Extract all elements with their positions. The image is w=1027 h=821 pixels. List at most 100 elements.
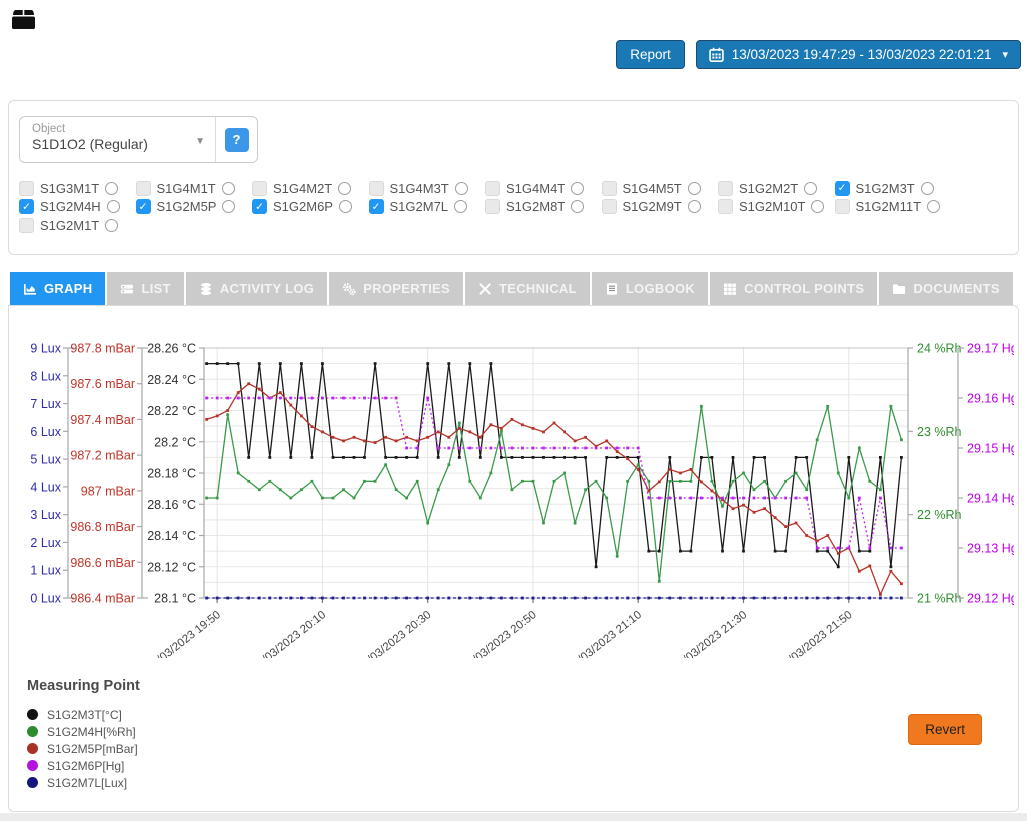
help-button[interactable]: ? bbox=[225, 128, 249, 152]
sensor-radio[interactable] bbox=[921, 182, 934, 195]
tab-label: DOCUMENTS bbox=[913, 281, 999, 296]
tab-label: LOGBOOK bbox=[626, 281, 695, 296]
sensor-radio[interactable] bbox=[338, 182, 351, 195]
sensor-checkbox[interactable] bbox=[252, 181, 267, 196]
calendar-icon bbox=[709, 47, 724, 62]
svg-text:13/03/2023 21:10: 13/03/2023 21:10 bbox=[566, 609, 644, 658]
tab-graph[interactable]: GRAPH bbox=[10, 272, 105, 305]
sensor-grid: S1G3M1TS1G4M1TS1G4M2TS1G4M3TS1G4M4TS1G4M… bbox=[19, 179, 951, 235]
svg-text:13/03/2023 21:50: 13/03/2023 21:50 bbox=[777, 609, 855, 658]
tab-activity-log[interactable]: ACTIVITY LOG bbox=[186, 272, 327, 305]
sensor-radio[interactable] bbox=[222, 200, 235, 213]
tab-label: TECHNICAL bbox=[499, 281, 577, 296]
object-select-value: S1D1O2 (Regular) bbox=[32, 136, 205, 152]
legend-item: S1G2M3T[°C] bbox=[27, 706, 140, 723]
sensor-radio[interactable] bbox=[455, 182, 468, 195]
svg-text:22 %Rh: 22 %Rh bbox=[917, 508, 962, 522]
sensor-checkbox[interactable] bbox=[835, 199, 850, 214]
sensor-radio[interactable] bbox=[107, 200, 120, 213]
sensor-radio[interactable] bbox=[688, 182, 701, 195]
sensor-checkbox[interactable] bbox=[485, 181, 500, 196]
legend-item: S1G2M6P[Hg] bbox=[27, 757, 140, 774]
sensor-item: S1G2M10T bbox=[718, 199, 835, 214]
sensor-label: S1G2M4H bbox=[40, 199, 101, 214]
header: Report 13/03/2023 19:47:29 - 13/03/2023 … bbox=[0, 0, 1027, 100]
sensor-label: S1G4M3T bbox=[390, 181, 449, 196]
sensor-checkbox[interactable]: ✓ bbox=[252, 199, 267, 214]
tab-documents[interactable]: DOCUMENTS bbox=[879, 272, 1012, 305]
sensor-checkbox[interactable] bbox=[485, 199, 500, 214]
svg-text:986.6 mBar: 986.6 mBar bbox=[70, 556, 135, 570]
sensor-radio[interactable] bbox=[571, 200, 584, 213]
svg-text:28.1 °C: 28.1 °C bbox=[154, 592, 196, 606]
tab-label: ACTIVITY LOG bbox=[220, 281, 314, 296]
tab-control-points[interactable]: CONTROL POINTS bbox=[710, 272, 877, 305]
sensor-checkbox[interactable] bbox=[19, 181, 34, 196]
svg-text:9 Lux: 9 Lux bbox=[30, 342, 61, 356]
sensor-checkbox[interactable] bbox=[718, 181, 733, 196]
sensor-radio[interactable] bbox=[339, 200, 352, 213]
sensor-label: S1G4M5T bbox=[623, 181, 682, 196]
date-range-picker[interactable]: 13/03/2023 19:47:29 - 13/03/2023 22:01:2… bbox=[696, 40, 1021, 69]
report-button[interactable]: Report bbox=[616, 40, 685, 69]
chevron-down-icon: ▼ bbox=[195, 136, 205, 147]
tab-label: LIST bbox=[141, 281, 170, 296]
svg-text:28.2 °C: 28.2 °C bbox=[154, 435, 196, 449]
legend-color-dot bbox=[27, 777, 38, 788]
sensor-radio[interactable] bbox=[804, 182, 817, 195]
sensor-radio[interactable] bbox=[811, 200, 824, 213]
sensor-checkbox[interactable] bbox=[602, 199, 617, 214]
sensor-checkbox[interactable]: ✓ bbox=[136, 199, 151, 214]
sensor-checkbox[interactable] bbox=[602, 181, 617, 196]
sensor-label: S1G4M1T bbox=[157, 181, 216, 196]
sensor-checkbox[interactable]: ✓ bbox=[835, 181, 850, 196]
legend-item-label: S1G2M4H[%Rh] bbox=[47, 725, 136, 739]
sensor-checkbox[interactable] bbox=[19, 218, 34, 233]
svg-text:29.15 Hg: 29.15 Hg bbox=[967, 442, 1014, 456]
tools-icon bbox=[478, 282, 492, 296]
sensor-item: ✓S1G2M7L bbox=[369, 199, 486, 214]
archive-icon[interactable] bbox=[11, 7, 36, 30]
revert-button[interactable]: Revert bbox=[908, 714, 982, 745]
sensor-item: S1G4M5T bbox=[602, 181, 719, 196]
sensor-item: S1G3M1T bbox=[19, 181, 136, 196]
caret-down-icon: ▾ bbox=[1002, 48, 1008, 61]
filter-panel: Object S1D1O2 (Regular) ▼ ? S1G3M1T S1G4M… bbox=[8, 100, 1019, 255]
tab-logbook[interactable]: LOGBOOK bbox=[592, 272, 708, 305]
sensor-radio[interactable] bbox=[454, 200, 467, 213]
sensor-checkbox[interactable] bbox=[369, 181, 384, 196]
object-select[interactable]: Object S1D1O2 (Regular) ▼ bbox=[20, 117, 215, 162]
sensor-checkbox[interactable] bbox=[718, 199, 733, 214]
sensor-radio[interactable] bbox=[927, 200, 940, 213]
sensor-checkbox[interactable]: ✓ bbox=[369, 199, 384, 214]
header-actions: Report 13/03/2023 19:47:29 - 13/03/2023 … bbox=[616, 40, 1021, 69]
tab-technical[interactable]: TECHNICAL bbox=[465, 272, 590, 305]
svg-text:28.12 °C: 28.12 °C bbox=[147, 560, 196, 574]
sensor-radio[interactable] bbox=[571, 182, 584, 195]
sensor-label: S1G2M3T bbox=[856, 181, 915, 196]
sensor-label: S1G2M10T bbox=[739, 199, 805, 214]
chart-legend: Measuring Point S1G2M3T[°C]S1G2M4H[%Rh]S… bbox=[27, 678, 140, 791]
tab-list[interactable]: LIST bbox=[107, 272, 183, 305]
tab-properties[interactable]: PROPERTIES bbox=[329, 272, 463, 305]
sensor-label: S1G4M4T bbox=[506, 181, 565, 196]
sensor-radio[interactable] bbox=[688, 200, 701, 213]
book-icon bbox=[605, 282, 619, 296]
sensor-checkbox[interactable] bbox=[136, 181, 151, 196]
sensor-label: S1G2M11T bbox=[856, 199, 922, 214]
svg-text:29.12 Hg: 29.12 Hg bbox=[967, 592, 1014, 606]
svg-text:2 Lux: 2 Lux bbox=[30, 536, 61, 550]
svg-text:13/03/2023 20:50: 13/03/2023 20:50 bbox=[461, 609, 539, 658]
legend-item-label: S1G2M6P[Hg] bbox=[47, 759, 124, 773]
svg-text:28.22 °C: 28.22 °C bbox=[147, 404, 196, 418]
sensor-radio[interactable] bbox=[105, 182, 118, 195]
sensor-radio[interactable] bbox=[222, 182, 235, 195]
sensor-label: S1G2M8T bbox=[506, 199, 565, 214]
legend-color-dot bbox=[27, 760, 38, 771]
svg-text:987 mBar: 987 mBar bbox=[81, 484, 135, 498]
svg-text:28.18 °C: 28.18 °C bbox=[147, 467, 196, 481]
sensor-radio[interactable] bbox=[105, 219, 118, 232]
legend-item-label: S1G2M3T[°C] bbox=[47, 708, 122, 722]
legend-item: S1G2M5P[mBar] bbox=[27, 740, 140, 757]
sensor-checkbox[interactable]: ✓ bbox=[19, 199, 34, 214]
